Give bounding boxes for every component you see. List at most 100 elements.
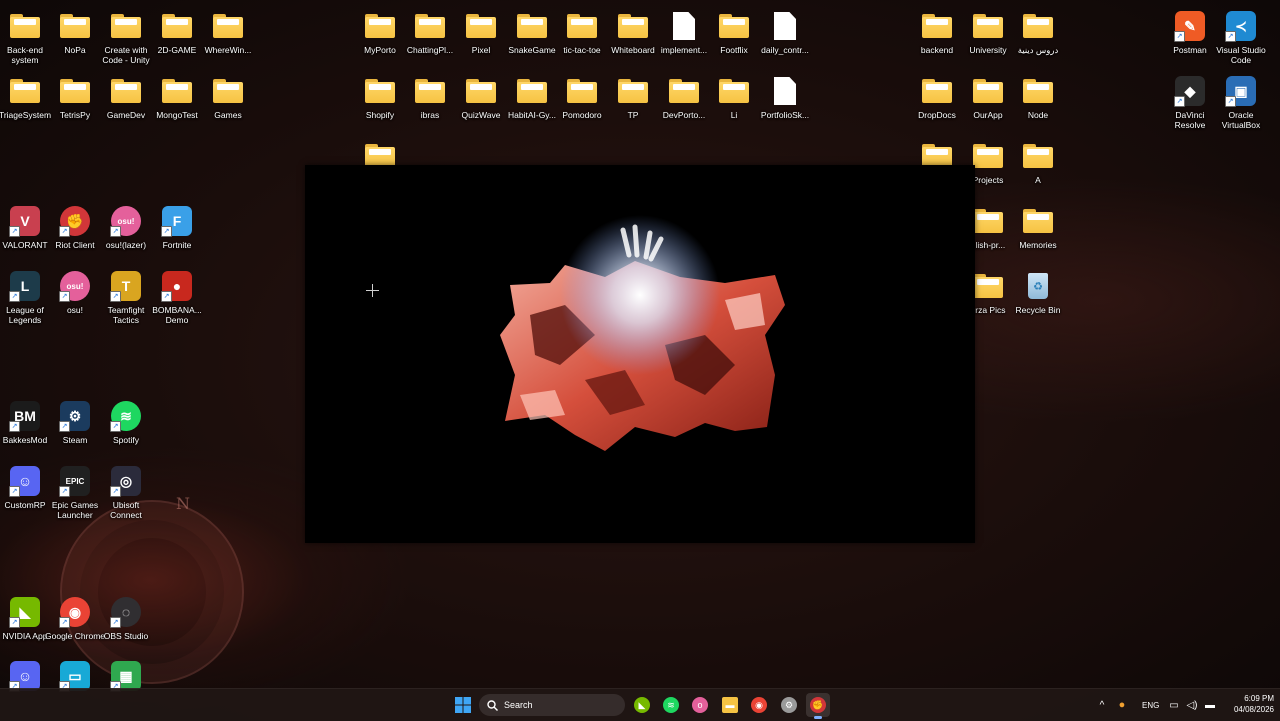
desktop-icon-teamfight-tactics[interactable]: T ↗ Teamfight Tactics: [98, 270, 154, 325]
desktop-icon-wherewin[interactable]: WhereWin...: [200, 10, 256, 55]
desktop-icon-oracle-virtualbox[interactable]: ▣ ↗ Oracle VirtualBox: [1213, 75, 1269, 130]
desktop-icon-nopa[interactable]: NoPa: [47, 10, 103, 55]
shortcut-arrow-icon: ↗: [59, 291, 70, 302]
desktop-icon-davinci-resolve[interactable]: ◆ ↗ DaVinci Resolve: [1162, 75, 1218, 130]
shortcut-arrow-icon: ↗: [1174, 31, 1185, 42]
start-button[interactable]: [451, 693, 475, 717]
desktop-icon-riot-client[interactable]: ✊ ↗ Riot Client: [47, 205, 103, 250]
desktop-icon-pomodoro[interactable]: Pomodoro: [554, 75, 610, 120]
desktop-icon-spotify[interactable]: ≋ ↗ Spotify: [98, 400, 154, 445]
desktop-icon-epic-games-launcher[interactable]: EPIC ↗ Epic Games Launcher: [47, 465, 103, 520]
taskbar-steam-notification-button[interactable]: ⚙: [777, 693, 801, 717]
desktop-icon-daily-contr[interactable]: daily_contr...: [757, 10, 813, 55]
folder-icon: [1022, 205, 1054, 237]
desktop-icon-li[interactable]: Li: [706, 75, 762, 120]
taskbar-riot-client-button[interactable]: ✊: [806, 693, 830, 719]
desktop-icon-ibras[interactable]: ibras: [402, 75, 458, 120]
desktop-icon-tp[interactable]: TP: [605, 75, 661, 120]
desktop-icon-ubisoft-connect[interactable]: ◎ ↗ Ubisoft Connect: [98, 465, 154, 520]
folder-icon: [110, 10, 142, 42]
folder-icon: [414, 75, 446, 107]
desktop-icon-mongotest[interactable]: MongoTest: [149, 75, 205, 120]
desktop-icon-back-end-system[interactable]: Back-end system: [0, 10, 53, 65]
desktop-icon-create-with-code-unity[interactable]: Create with Code - Unity: [98, 10, 154, 65]
desktop-icon-item-31[interactable]: دروس دينية: [1010, 10, 1066, 55]
desktop-icon-fortnite[interactable]: F ↗ Fortnite: [149, 205, 205, 250]
folder-icon: [1022, 75, 1054, 107]
desktop-icon-footflix[interactable]: Footflix: [706, 10, 762, 55]
game-launch-splash-window[interactable]: [305, 165, 975, 543]
folder-icon: [972, 140, 1004, 172]
folder-icon: [465, 10, 497, 42]
osu-app-icon: osu! ↗: [59, 270, 91, 302]
network-tray-button[interactable]: ▭: [1166, 693, 1182, 717]
desktop-icon-pixel[interactable]: Pixel: [453, 10, 509, 55]
teamfight-tactics-app-icon: T ↗: [110, 270, 142, 302]
desktop-icon-label: Recycle Bin: [1015, 305, 1061, 315]
desktop-icon-games[interactable]: Games: [200, 75, 256, 120]
riot-client-icon: ✊: [810, 697, 826, 713]
explosion-logo-art: [500, 215, 785, 451]
desktop-icon-tetrispy[interactable]: TetrisPy: [47, 75, 103, 120]
desktop-icon-label: A: [1035, 175, 1041, 185]
shortcut-arrow-icon: ↗: [1174, 96, 1185, 107]
desktop-icon-gamedev[interactable]: GameDev: [98, 75, 154, 120]
desktop-icon-osu[interactable]: osu! ↗ osu!: [47, 270, 103, 315]
desktop-icon-node[interactable]: Node: [1010, 75, 1066, 120]
desktop-icon-postman[interactable]: ✎ ↗ Postman: [1162, 10, 1218, 55]
document-icon: [769, 75, 801, 107]
microphone-tray-button[interactable]: ●: [1114, 693, 1130, 717]
language-indicator[interactable]: ENG: [1142, 701, 1159, 710]
folder-icon: [59, 10, 91, 42]
desktop-icon-obs-studio[interactable]: ◌ ↗ OBS Studio: [98, 596, 154, 641]
network-icon: ▭: [1169, 699, 1179, 711]
desktop-icon-label: Oracle VirtualBox: [1221, 110, 1261, 130]
steam-app-icon: ⚙ ↗: [59, 400, 91, 432]
taskbar-osu-button[interactable]: o: [688, 693, 712, 717]
valorant-app-icon: V ↗: [9, 205, 41, 237]
desktop-icon-dropdocs[interactable]: DropDocs: [909, 75, 965, 120]
desktop-icon-quizwave[interactable]: QuizWave: [453, 75, 509, 120]
desktop-icon-bombana-demo[interactable]: ● ↗ BOMBANA... Demo: [149, 270, 205, 325]
desktop-icon-portfoliosk[interactable]: PortfolioSk...: [757, 75, 813, 120]
microphone-icon: ●: [1118, 699, 1126, 711]
davinci-resolve-app-icon: ◆ ↗: [1174, 75, 1206, 107]
folder-icon: [364, 75, 396, 107]
desktop: N Back-end system NoPa Create with Code - …: [0, 0, 1280, 692]
ubisoft-connect-app-icon: ◎ ↗: [110, 465, 142, 497]
desktop-icon-backend[interactable]: backend: [909, 10, 965, 55]
folder-icon: [1022, 10, 1054, 42]
clock[interactable]: 6:09 PM 04/08/2026: [1222, 694, 1274, 714]
clock-time: 6:09 PM: [1244, 694, 1274, 703]
desktop-icon-tic-tac-toe[interactable]: tic-tac-toe: [554, 10, 610, 55]
desktop-icon-recycle-bin[interactable]: ♻ Recycle Bin: [1010, 270, 1066, 315]
desktop-icon-memories[interactable]: Memories: [1010, 205, 1066, 250]
desktop-icon-whiteboard[interactable]: Whiteboard: [605, 10, 661, 55]
desktop-icon-visual-studio-code[interactable]: ≺ ↗ Visual Studio Code: [1213, 10, 1269, 65]
taskbar-chrome-button[interactable]: ◉: [747, 693, 771, 717]
desktop-icon-label: دروس دينية: [1017, 45, 1059, 55]
desktop-icon-osu-lazer[interactable]: osu! ↗ osu!(lazer): [98, 205, 154, 250]
epic-games-launcher-app-icon: EPIC ↗: [59, 465, 91, 497]
desktop-icon-2d-game[interactable]: 2D-GAME: [149, 10, 205, 55]
folder-icon: [566, 75, 598, 107]
customrp-app-icon: ☺ ↗: [9, 465, 41, 497]
postman-app-icon: ✎ ↗: [1174, 10, 1206, 42]
taskbar-file-explorer-button[interactable]: ▬: [718, 693, 742, 717]
desktop-icon-league-of-legends[interactable]: L ↗ League of Legends: [0, 270, 53, 325]
desktop-icon-steam[interactable]: ⚙ ↗ Steam: [47, 400, 103, 445]
spotify-app-icon: ≋ ↗: [110, 400, 142, 432]
volume-tray-button[interactable]: ◁): [1184, 693, 1200, 717]
desktop-icon-google-chrome[interactable]: ◉ ↗ Google Chrome: [45, 596, 105, 641]
show-hidden-icons-button[interactable]: ^: [1094, 693, 1110, 717]
taskbar-nvidia-button[interactable]: ◣: [630, 693, 654, 717]
shortcut-arrow-icon: ↗: [9, 486, 20, 497]
folder-icon: [718, 10, 750, 42]
desktop-icon-chattingpl[interactable]: ChattingPl...: [402, 10, 458, 55]
battery-tray-button[interactable]: ▬: [1202, 693, 1218, 717]
shortcut-arrow-icon: ↗: [1225, 31, 1236, 42]
taskbar-search-box[interactable]: Search: [479, 694, 625, 716]
clock-date: 04/08/2026: [1233, 705, 1274, 714]
taskbar-spotify-button[interactable]: ≋: [659, 693, 683, 717]
desktop-icon-a[interactable]: A: [1010, 140, 1066, 185]
